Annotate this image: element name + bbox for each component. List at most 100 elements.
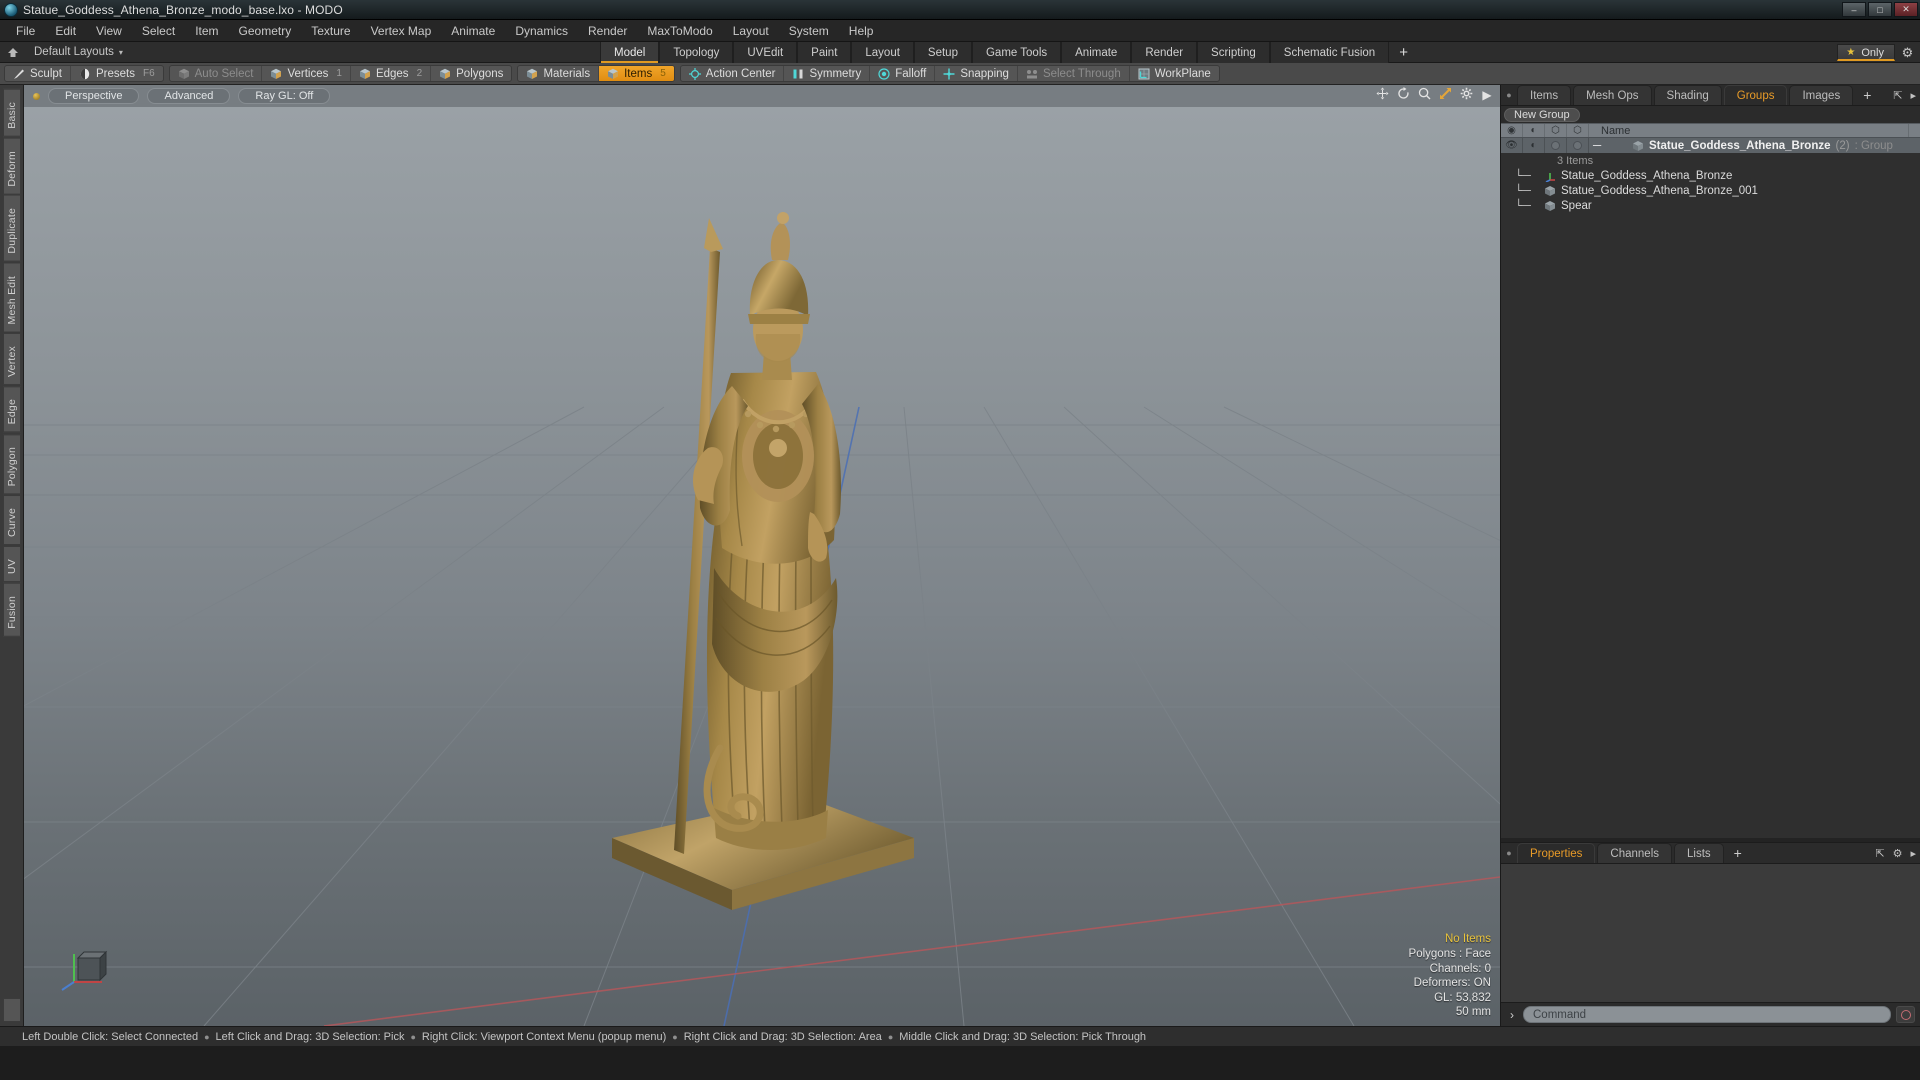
mode-button-symmetry[interactable]: Symmetry xyxy=(784,66,871,81)
maximize-button[interactable]: □ xyxy=(1868,2,1892,17)
layout-tab-render[interactable]: Render xyxy=(1131,42,1198,63)
scrollbar-grip[interactable] xyxy=(1908,124,1920,137)
viewport-view-mode[interactable]: Perspective xyxy=(48,88,140,104)
close-button[interactable]: ✕ xyxy=(1894,2,1918,17)
viewport-menu-dot-icon[interactable] xyxy=(33,93,40,100)
add-layout-tab-button[interactable]: + xyxy=(1389,42,1418,63)
menu-item-geometry[interactable]: Geometry xyxy=(229,21,302,41)
layout-tab-model[interactable]: Model xyxy=(600,42,660,63)
mode-button-auto-select[interactable]: Auto Select xyxy=(170,66,263,81)
group-row-header[interactable]: 👁 ◐ ─ Statue_Goddess_Athena_Bronze (2) :… xyxy=(1501,138,1920,153)
mode-button-materials[interactable]: Materials xyxy=(518,66,600,81)
tool-tab-basic[interactable]: Basic xyxy=(2,89,21,137)
mode-button-sculpt[interactable]: Sculpt xyxy=(5,66,71,81)
col-visibility-icon[interactable]: ◉ xyxy=(1501,124,1523,137)
default-layouts-dropdown[interactable]: Default Layouts ▾ xyxy=(28,46,129,58)
chevron-right-icon[interactable]: ▸ xyxy=(1910,89,1916,102)
layout-tab-topology[interactable]: Topology xyxy=(659,42,734,63)
panel-menu-dot-icon[interactable]: ● xyxy=(1501,85,1517,105)
command-input[interactable]: Command xyxy=(1523,1006,1891,1023)
render-toggle[interactable]: ◐ xyxy=(1523,138,1545,153)
chevron-right-icon[interactable]: ▸ xyxy=(1910,847,1916,860)
group-child-row[interactable]: └─ Spear xyxy=(1501,198,1920,213)
group-name-cell[interactable]: ─ Statue_Goddess_Athena_Bronze (2) : Gro… xyxy=(1589,140,1920,152)
layout-tab-setup[interactable]: Setup xyxy=(913,42,972,63)
menu-item-view[interactable]: View xyxy=(86,21,132,41)
mode-button-action-center[interactable]: Action Center xyxy=(681,66,785,81)
menu-item-vertex-map[interactable]: Vertex Map xyxy=(361,21,442,41)
mode-button-items[interactable]: Items 5 xyxy=(599,66,674,81)
menu-item-render[interactable]: Render xyxy=(578,21,637,41)
group-child-cell[interactable]: └─ Statue_Goddess_Athena_Bronze_001 xyxy=(1501,185,1920,197)
minimize-button[interactable]: – xyxy=(1842,2,1866,17)
move-icon[interactable] xyxy=(1375,87,1389,103)
tab-mesh-ops[interactable]: Mesh Ops xyxy=(1573,85,1652,105)
tool-tab-curve[interactable]: Curve xyxy=(2,495,21,546)
menu-item-help[interactable]: Help xyxy=(839,21,884,41)
select-toggle[interactable] xyxy=(1567,138,1589,153)
new-group-button[interactable]: New Group xyxy=(1504,107,1580,122)
layout-tab-paint[interactable]: Paint xyxy=(797,42,852,63)
fit-icon[interactable] xyxy=(1438,87,1452,103)
tool-tab-fusion[interactable]: Fusion xyxy=(2,583,21,637)
tab-lists[interactable]: Lists xyxy=(1674,843,1724,863)
home-icon[interactable] xyxy=(4,44,22,60)
layout-tab-uvedit[interactable]: UVEdit xyxy=(733,42,798,63)
mode-button-workplane[interactable]: WorkPlane xyxy=(1130,66,1219,81)
menu-item-texture[interactable]: Texture xyxy=(301,21,360,41)
menu-item-layout[interactable]: Layout xyxy=(723,21,779,41)
tab-groups[interactable]: Groups xyxy=(1723,85,1788,105)
layout-tab-scripting[interactable]: Scripting xyxy=(1197,42,1270,63)
tab-channels[interactable]: Channels xyxy=(1597,843,1673,863)
gear-icon[interactable]: ⚙ xyxy=(1899,44,1916,61)
group-child-cell[interactable]: └─ Spear xyxy=(1501,200,1920,212)
group-child-row[interactable]: └─ Statue_Goddess_Athena_Bronze_001 xyxy=(1501,183,1920,198)
mode-button-vertices[interactable]: Vertices 1 xyxy=(262,66,351,81)
gear-icon[interactable]: ⚙ xyxy=(1893,847,1903,860)
tool-tab-edge[interactable]: Edge xyxy=(2,386,21,433)
tab-shading[interactable]: Shading xyxy=(1653,85,1722,105)
tool-tab-deform[interactable]: Deform xyxy=(2,137,21,195)
chevron-right-icon[interactable]: ▶ xyxy=(1480,88,1494,102)
menu-item-edit[interactable]: Edit xyxy=(45,21,86,41)
tab-images[interactable]: Images xyxy=(1789,85,1854,105)
tool-tab-mesh-edit[interactable]: Mesh Edit xyxy=(2,262,21,333)
tool-tab-polygon[interactable]: Polygon xyxy=(2,433,21,495)
axis-gizmo[interactable] xyxy=(58,936,114,992)
mode-button-presets[interactable]: Presets F6 xyxy=(71,66,163,81)
col-render-icon[interactable]: ◐ xyxy=(1523,124,1545,137)
menu-item-system[interactable]: System xyxy=(779,21,839,41)
mode-button-edges[interactable]: Edges 2 xyxy=(351,66,432,81)
tool-tab-uv[interactable]: UV xyxy=(2,546,21,583)
mode-button-falloff[interactable]: Falloff xyxy=(870,66,936,81)
add-properties-tab-button[interactable]: + xyxy=(1726,843,1750,863)
mode-button-polygons[interactable]: Polygons xyxy=(431,66,511,81)
statue-model[interactable] xyxy=(592,148,932,948)
layout-tab-layout[interactable]: Layout xyxy=(851,42,914,63)
viewport-scene[interactable]: No Items Polygons : Face Channels: 0 Def… xyxy=(24,107,1500,1026)
menu-item-dynamics[interactable]: Dynamics xyxy=(505,21,578,41)
layout-tab-animate[interactable]: Animate xyxy=(1061,42,1132,63)
tool-tab-duplicate[interactable]: Duplicate xyxy=(2,195,21,262)
mode-button-snapping[interactable]: Snapping xyxy=(935,66,1018,81)
group-child-row[interactable]: └─ Statue_Goddess_Athena_Bronze xyxy=(1501,168,1920,183)
menu-item-item[interactable]: Item xyxy=(185,21,228,41)
menu-item-animate[interactable]: Animate xyxy=(441,21,505,41)
rotate-icon[interactable] xyxy=(1396,87,1410,103)
tab-items[interactable]: Items xyxy=(1517,85,1572,105)
tool-tabs-overflow-button[interactable] xyxy=(2,998,21,1022)
zoom-icon[interactable] xyxy=(1417,87,1431,103)
menu-item-select[interactable]: Select xyxy=(132,21,185,41)
menu-item-file[interactable]: File xyxy=(6,21,45,41)
tool-tab-vertex[interactable]: Vertex xyxy=(2,333,21,386)
properties-menu-dot-icon[interactable]: ● xyxy=(1501,843,1517,863)
col-lock-icon[interactable]: ⬡ xyxy=(1545,124,1567,137)
lock-toggle[interactable] xyxy=(1545,138,1567,153)
only-toggle-button[interactable]: ★ Only xyxy=(1837,44,1895,61)
add-panel-tab-button[interactable]: + xyxy=(1855,85,1879,105)
mode-button-select-through[interactable]: Select Through xyxy=(1018,66,1130,81)
menu-item-maxtomodo[interactable]: MaxToModo xyxy=(637,21,722,41)
expand-icon[interactable]: ⇱ xyxy=(1893,89,1902,102)
expand-icon[interactable]: ⇱ xyxy=(1875,847,1884,860)
gear-icon[interactable] xyxy=(1459,87,1473,103)
